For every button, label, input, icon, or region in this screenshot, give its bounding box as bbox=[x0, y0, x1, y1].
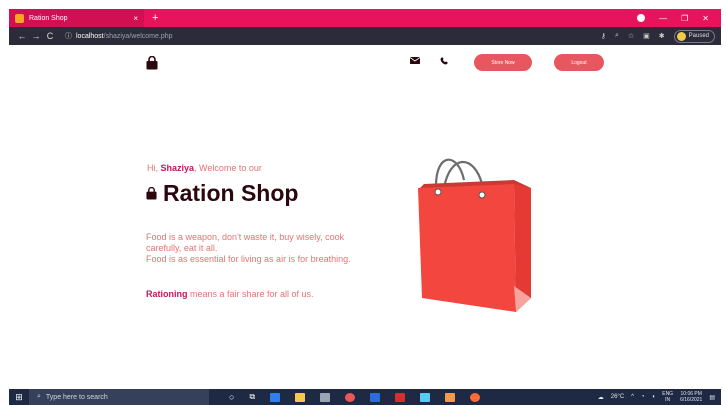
chrome-icon[interactable] bbox=[345, 392, 356, 402]
store-now-button[interactable]: Store Now bbox=[474, 54, 532, 71]
greeting: Hi, Shaziya, Welcome to our bbox=[147, 163, 262, 173]
weather-temp[interactable]: 26°C bbox=[611, 394, 624, 400]
store-app-icon[interactable] bbox=[270, 392, 281, 402]
profile-icon[interactable] bbox=[637, 14, 646, 22]
zoom-icon[interactable]: ⌕ bbox=[615, 32, 619, 40]
header-contact-icons bbox=[410, 56, 449, 65]
shopping-bag-logo-icon[interactable] bbox=[146, 56, 158, 70]
network-icon[interactable]: ◔ bbox=[641, 394, 645, 400]
paragraph-line: Food is a weapon, don't waste it, buy wi… bbox=[146, 232, 345, 253]
phone-icon[interactable] bbox=[440, 56, 449, 65]
key-icon[interactable]: ⚷ bbox=[601, 32, 606, 40]
weather-icon[interactable]: ☁ bbox=[598, 394, 604, 401]
rationing-note: Rationing means a fair share for all of … bbox=[146, 289, 314, 299]
volume-icon[interactable]: ◖ bbox=[652, 394, 656, 400]
browser-tab[interactable]: Ration Shop × bbox=[9, 9, 144, 27]
shopping-bag-illustration bbox=[418, 158, 531, 312]
page-title: Ration Shop bbox=[146, 180, 298, 207]
new-tab-button[interactable]: + bbox=[152, 12, 158, 24]
browser-toolbar: ← → C ⓘ localhost /shaziya/welcome.php ⚷… bbox=[9, 27, 721, 45]
address-field[interactable]: ⓘ localhost /shaziya/welcome.php bbox=[65, 31, 173, 41]
minimize-icon[interactable]: — bbox=[659, 14, 667, 23]
forward-icon[interactable]: → bbox=[29, 31, 43, 41]
notification-icon[interactable]: ▤ bbox=[709, 394, 715, 401]
logout-button[interactable]: Logout bbox=[554, 54, 604, 71]
reload-icon[interactable]: C bbox=[43, 31, 57, 41]
clock-date: 6/16/2021 bbox=[680, 397, 703, 403]
title-text: Ration Shop bbox=[163, 180, 299, 206]
toolbar-actions: ⚷ ⌕ ☆ ▣ ✱ Paused bbox=[601, 27, 715, 45]
gallery-app-icon[interactable] bbox=[445, 392, 456, 402]
profile-status: Paused bbox=[688, 33, 709, 39]
intro-paragraph: Food is a weapon, don't waste it, buy wi… bbox=[146, 232, 361, 265]
windows-start-icon[interactable]: ⊞ bbox=[9, 392, 29, 403]
lang-region: IN bbox=[665, 397, 671, 403]
favicon-icon bbox=[15, 13, 24, 23]
extension-icon[interactable]: ▣ bbox=[643, 32, 650, 40]
shopping-bag-icon bbox=[146, 187, 157, 200]
profile-button[interactable]: Paused bbox=[673, 29, 715, 43]
envelope-icon[interactable] bbox=[410, 57, 420, 64]
task-view-icon[interactable]: ⧉ bbox=[249, 392, 255, 402]
browser-tabbar: Ration Shop × + — ❐ ✕ bbox=[9, 9, 721, 27]
url-host: localhost bbox=[76, 32, 104, 40]
pinned-apps: ○ ⧉ bbox=[229, 392, 481, 402]
tab-title: Ration Shop bbox=[29, 14, 68, 22]
screen: Ration Shop × + — ❐ ✕ ← → C ⓘ localhost … bbox=[0, 0, 726, 405]
greeting-suffix: , Welcome to our bbox=[194, 163, 262, 173]
rationing-word: Rationing bbox=[146, 289, 188, 299]
system-tray: ☁ 26°C ^ ◔ ◖ ENG IN 10:06 PM 6/16/2021 ▤ bbox=[598, 389, 715, 405]
clock[interactable]: 10:06 PM 6/16/2021 bbox=[680, 391, 702, 403]
user-name: Shaziya bbox=[160, 163, 195, 173]
bookmark-star-icon[interactable]: ☆ bbox=[628, 32, 634, 40]
word-icon[interactable] bbox=[370, 392, 381, 402]
taskbar-search[interactable]: ⌕ Type here to search bbox=[29, 389, 209, 405]
acrobat-icon[interactable] bbox=[395, 392, 406, 402]
search-placeholder: Type here to search bbox=[45, 393, 108, 401]
puzzle-icon[interactable]: ✱ bbox=[659, 32, 665, 40]
greeting-prefix: Hi, bbox=[147, 163, 161, 173]
window-controls: — ❐ ✕ bbox=[637, 9, 721, 27]
windows-taskbar: ⊞ ⌕ Type here to search ○ ⧉ ☁ 26°C ^ ◔ ◖… bbox=[9, 389, 721, 405]
avatar bbox=[676, 31, 686, 41]
language-indicator[interactable]: ENG IN bbox=[662, 391, 673, 403]
chevron-up-icon[interactable]: ^ bbox=[631, 394, 634, 400]
firefox-icon[interactable] bbox=[470, 392, 481, 402]
tab-close-icon[interactable]: × bbox=[133, 14, 138, 23]
file-explorer-icon[interactable] bbox=[295, 392, 306, 402]
rationing-rest: means a fair share for all of us. bbox=[187, 289, 314, 299]
close-window-icon[interactable]: ✕ bbox=[702, 14, 709, 23]
cortana-icon[interactable]: ○ bbox=[229, 392, 234, 402]
notes-app-icon[interactable] bbox=[420, 392, 431, 402]
camera-app-icon[interactable] bbox=[320, 392, 331, 402]
url-path: /shaziya/welcome.php bbox=[103, 32, 173, 40]
back-icon[interactable]: ← bbox=[15, 31, 29, 41]
search-icon: ⌕ bbox=[37, 393, 41, 400]
maximize-icon[interactable]: ❐ bbox=[681, 14, 688, 23]
paragraph-line: Food is as essential for living as air i… bbox=[146, 254, 351, 264]
site-info-icon[interactable]: ⓘ bbox=[65, 31, 72, 41]
